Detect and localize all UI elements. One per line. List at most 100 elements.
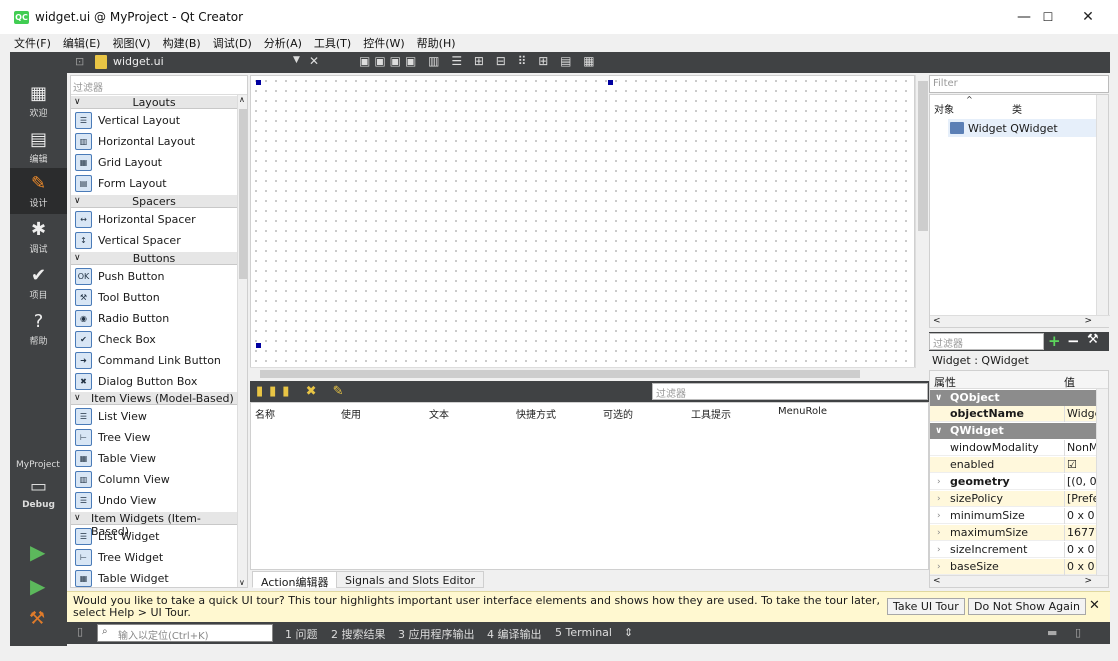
menu-tools[interactable]: 工具(T) (314, 35, 351, 51)
chevron-right-icon[interactable]: › (937, 508, 941, 524)
widget-item[interactable]: ⊢ Tree Widget (75, 547, 163, 568)
form-canvas[interactable] (250, 75, 915, 368)
toggle-right-sidebar-icon[interactable]: ▯ (1075, 626, 1081, 639)
widget-item[interactable]: ☰ List Widget (75, 526, 159, 547)
widget-item[interactable]: ✖ Dialog Button Box (75, 371, 197, 392)
chevron-right-icon[interactable]: › (937, 559, 941, 575)
object-filter-input[interactable]: Filter (929, 75, 1109, 93)
scroll-right-icon[interactable]: > (1084, 316, 1092, 326)
widget-item[interactable]: ⊢ Tree View (75, 427, 151, 448)
action-toolbar-icons[interactable]: ▮▮▮ ✖ ✎ (256, 384, 350, 399)
property-row[interactable]: windowModality NonM (930, 440, 1096, 456)
widget-item[interactable]: ▦ Grid Layout (75, 152, 162, 173)
widget-item[interactable]: ▥ Column View (75, 469, 170, 490)
do-not-show-again-button[interactable]: Do Not Show Again (968, 598, 1086, 615)
category-layouts[interactable]: ∨ Layouts (71, 95, 237, 109)
widget-item[interactable]: ⚒ Tool Button (75, 287, 160, 308)
property-value[interactable]: [Prefe (1064, 491, 1096, 507)
category-item-widgets[interactable]: ∨ Item Widgets (Item-Based) (71, 511, 237, 538)
debug-run-icon[interactable]: ▶ (30, 574, 45, 598)
selection-handle[interactable] (256, 80, 261, 85)
property-row[interactable]: › sizePolicy [Prefe (930, 491, 1096, 507)
widget-item[interactable]: ☰ List View (75, 406, 147, 427)
tab-signals-slots[interactable]: Signals and Slots Editor (336, 571, 485, 588)
property-filter-input[interactable]: 过滤器 (929, 333, 1044, 350)
scroll-right-icon[interactable]: > (1084, 576, 1092, 586)
close-infobar-icon[interactable]: ✕ (1089, 598, 1100, 613)
widget-item[interactable]: ▤ Form Layout (75, 173, 167, 194)
scrollbar-thumb[interactable] (239, 109, 247, 279)
remove-property-icon[interactable]: − (1067, 332, 1080, 350)
property-row[interactable]: › geometry [(0, 0), (930, 474, 1096, 490)
menu-file[interactable]: 文件(F) (14, 35, 51, 51)
pane-compile-output[interactable]: 4 编译输出 (487, 626, 542, 642)
pane-terminal[interactable]: 5 Terminal (555, 626, 612, 639)
form-layout-toolbar-icons[interactable]: ▣▣▣▣ ▥ ☰ ⊞ ⊟ ⠿ ⊞ ▤ ▦ (359, 54, 599, 68)
progress-icon[interactable]: ▬ (1047, 626, 1057, 639)
property-editor-hscrollbar[interactable]: < > (930, 575, 1108, 587)
property-value[interactable]: [(0, 0), (1064, 474, 1096, 490)
column-header[interactable]: 快捷方式 (516, 406, 556, 421)
column-header[interactable]: 属性 (934, 374, 956, 390)
pane-switch-icon[interactable]: ⇕ (624, 626, 633, 639)
mode-design[interactable]: ✎ 设计 (10, 168, 67, 214)
scrollbar-thumb[interactable] (918, 81, 928, 231)
chevron-right-icon[interactable]: › (937, 491, 941, 507)
property-value[interactable]: 0 x 0 (1064, 542, 1096, 558)
scroll-down-icon[interactable]: ∨ (239, 578, 245, 587)
category-spacers[interactable]: ∨ Spacers (71, 194, 237, 208)
mode-welcome[interactable]: ▦ 欢迎 (10, 78, 67, 124)
property-value[interactable]: 16777 (1064, 525, 1096, 541)
chevron-right-icon[interactable]: › (937, 474, 941, 490)
property-row[interactable]: objectName Widge (930, 406, 1096, 422)
column-header[interactable]: 文本 (429, 406, 449, 421)
file-dropdown-icon[interactable]: ▼ (293, 55, 300, 65)
widget-filter-input[interactable]: 过滤器 (71, 76, 247, 95)
property-row[interactable]: › maximumSize 16777 (930, 525, 1096, 541)
close-button[interactable]: ✕ (1078, 8, 1098, 26)
column-header[interactable]: 使用 (341, 406, 361, 421)
take-ui-tour-button[interactable]: Take UI Tour (887, 598, 965, 615)
maximize-button[interactable]: ☐ (1038, 8, 1058, 26)
column-header[interactable]: MenuRole (778, 406, 827, 417)
section-qobject[interactable]: ∨ QObject (930, 390, 1096, 406)
column-header[interactable]: 类 (1012, 101, 1022, 116)
tab-action-editor[interactable]: Action编辑器 (252, 571, 338, 589)
selection-handle[interactable] (608, 80, 613, 85)
toggle-sidebar-icon[interactable]: ▯ (77, 625, 83, 638)
widget-item[interactable]: ◉ Radio Button (75, 308, 169, 329)
property-value[interactable]: 0 x 0 (1064, 508, 1096, 524)
run-icon[interactable]: ▶ (30, 540, 45, 564)
menu-view[interactable]: 视图(V) (112, 35, 150, 51)
widget-item[interactable]: ▥ Horizontal Layout (75, 131, 195, 152)
selection-handle[interactable] (256, 343, 261, 348)
property-value[interactable]: NonM (1064, 440, 1096, 456)
widget-item[interactable]: ▦ Table View (75, 448, 156, 469)
mode-debug[interactable]: ✱ 调试 (10, 214, 67, 260)
property-value[interactable]: Widge (1064, 406, 1096, 422)
menu-help[interactable]: 帮助(H) (417, 35, 456, 51)
widget-item[interactable]: ↕ Vertical Spacer (75, 230, 181, 251)
object-inspector-scrollbar[interactable] (1096, 95, 1108, 315)
scroll-left-icon[interactable]: < (933, 576, 941, 586)
category-item-views[interactable]: ∨ Item Views (Model-Based) (71, 391, 237, 405)
pane-application-output[interactable]: 3 应用程序输出 (398, 626, 475, 642)
chevron-right-icon[interactable]: › (937, 542, 941, 558)
widget-item[interactable]: ↔ Horizontal Spacer (75, 209, 196, 230)
pane-search-results[interactable]: 2 搜索结果 (331, 626, 386, 642)
canvas-horizontal-scrollbar[interactable] (250, 367, 915, 379)
property-value[interactable]: ☑ (1064, 457, 1096, 473)
column-header[interactable]: 对象 (934, 101, 954, 116)
menu-build[interactable]: 构建(B) (163, 35, 201, 51)
object-inspector-hscrollbar[interactable]: < > (930, 315, 1110, 327)
menu-analyze[interactable]: 分析(A) (264, 35, 302, 51)
widget-item[interactable]: OK Push Button (75, 266, 164, 287)
canvas-vertical-scrollbar[interactable] (915, 75, 929, 368)
pane-issues[interactable]: 1 问题 (285, 626, 318, 642)
widget-item[interactable]: ➜ Command Link Button (75, 350, 221, 371)
widget-item[interactable]: ✔ Check Box (75, 329, 156, 350)
mode-edit[interactable]: ▤ 编辑 (10, 124, 67, 170)
category-buttons[interactable]: ∨ Buttons (71, 251, 237, 265)
widget-item[interactable]: ▦ Table Widget (75, 568, 169, 587)
widget-item[interactable]: ☰ Vertical Layout (75, 110, 180, 131)
